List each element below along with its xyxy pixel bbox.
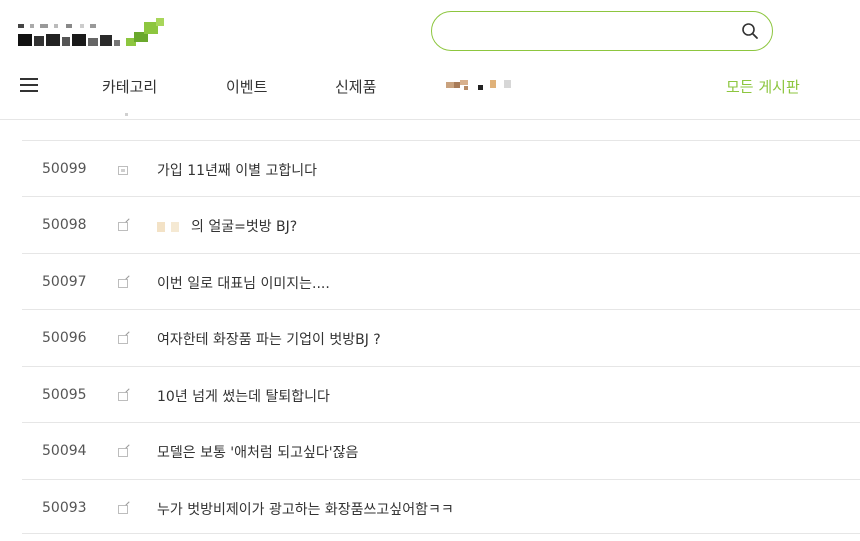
edit-icon [118,335,128,344]
header-divider [0,119,860,120]
post-title-wrapper[interactable]: 의 얼굴=벗방 BJ? [157,216,297,236]
post-title[interactable]: 누가 벗방비제이가 광고하는 화장품쓰고싶어함ㅋㅋ [157,499,454,519]
nav-item-all-boards[interactable]: 모든 게시판 [726,76,800,97]
redacted-text [157,222,185,232]
post-title[interactable]: 가입 11년째 이별 고합니다 [157,160,317,180]
divider-mark [125,113,128,116]
edit-icon [118,448,128,457]
edit-icon [118,279,128,288]
post-title[interactable]: 10년 넘게 썼는데 탈퇴합니다 [157,386,330,406]
post-title[interactable]: 이번 일로 대표님 이미지는.... [157,273,330,293]
notice-icon [118,166,128,175]
post-number: 50097 [42,274,87,290]
search-icon[interactable] [741,22,759,40]
nav-item-redacted[interactable] [446,80,526,94]
post-row[interactable]: 50093 누가 벗방비제이가 광고하는 화장품쓰고싶어함ㅋㅋ [22,479,860,535]
post-number: 50096 [42,330,87,346]
nav-item-new-products[interactable]: 신제품 [335,76,376,97]
post-title[interactable]: 여자한테 화장품 파는 기업이 벗방BJ ? [157,329,381,349]
post-title[interactable]: 모델은 보통 '애처럼 되고싶다'잖음 [157,442,358,462]
post-row[interactable]: 50098 의 얼굴=벗방 BJ? [22,196,860,252]
post-title: 의 얼굴=벗방 BJ? [191,219,298,235]
post-number: 50095 [42,387,87,403]
post-row[interactable]: 50099 가입 11년째 이별 고합니다 [22,140,860,196]
nav-item-category[interactable]: 카테고리 [102,76,157,97]
nav-item-event[interactable]: 이벤트 [226,76,267,97]
main-nav: 카테고리 이벤트 신제품 모든 게시판 [0,72,860,102]
edit-icon [118,392,128,401]
post-row[interactable]: 50097 이번 일로 대표님 이미지는.... [22,253,860,309]
post-number: 50098 [42,217,87,233]
post-number: 50094 [42,443,87,459]
edit-icon [118,505,128,514]
site-logo[interactable] [18,16,178,56]
list-bottom-divider [22,533,860,534]
post-number: 50093 [42,500,87,516]
post-row[interactable]: 50096 여자한테 화장품 파는 기업이 벗방BJ ? [22,309,860,365]
edit-icon [118,222,128,231]
post-row[interactable]: 50094 모델은 보통 '애처럼 되고싶다'잖음 [22,422,860,478]
search-box [431,11,773,51]
post-number: 50099 [42,161,87,177]
search-input[interactable] [450,20,724,44]
site-header: 카테고리 이벤트 신제품 모든 게시판 [0,0,860,120]
hamburger-menu-icon[interactable] [20,78,38,92]
post-row[interactable]: 50095 10년 넘게 썼는데 탈퇴합니다 [22,366,860,422]
